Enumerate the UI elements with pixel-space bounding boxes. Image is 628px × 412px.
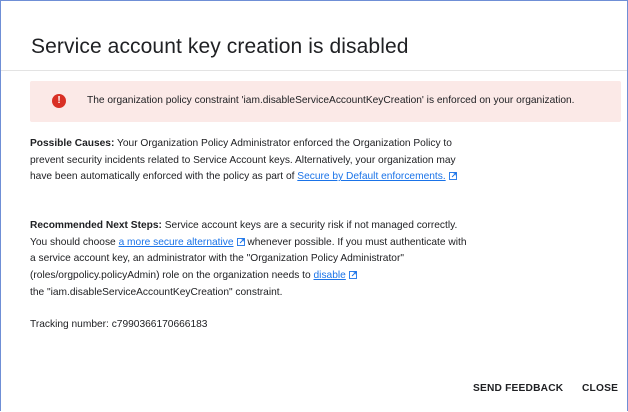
error-banner-text: The organization policy constraint 'iam.… [87, 95, 575, 106]
tracking-number: Tracking number: c7990366170666183 [30, 319, 208, 330]
send-feedback-button[interactable]: SEND FEEDBACK [473, 383, 563, 394]
dialog: Service account key creation is disabled… [0, 0, 628, 411]
external-link-icon [448, 172, 457, 181]
secure-alternative-link[interactable]: a more secure alternative [119, 237, 234, 248]
next-steps-label: Recommended Next Steps: [30, 220, 162, 231]
dialog-title: Service account key creation is disabled [31, 35, 409, 58]
external-link-icon [236, 237, 245, 246]
possible-causes-label: Possible Causes: [30, 138, 115, 149]
error-banner: ! The organization policy constraint 'ia… [30, 81, 621, 122]
secure-by-default-link[interactable]: Secure by Default enforcements. [297, 171, 445, 182]
next-steps-paragraph: Recommended Next Steps: Service account … [30, 218, 470, 302]
next-steps-text-3: the "iam.disableServiceAccountKeyCreatio… [30, 286, 283, 298]
error-icon: ! [52, 94, 66, 108]
disable-link[interactable]: disable [314, 270, 346, 281]
title-divider [1, 70, 627, 71]
close-button[interactable]: CLOSE [582, 383, 618, 394]
external-link-icon [348, 271, 357, 280]
possible-causes-paragraph: Possible Causes: Your Organization Polic… [30, 136, 470, 186]
